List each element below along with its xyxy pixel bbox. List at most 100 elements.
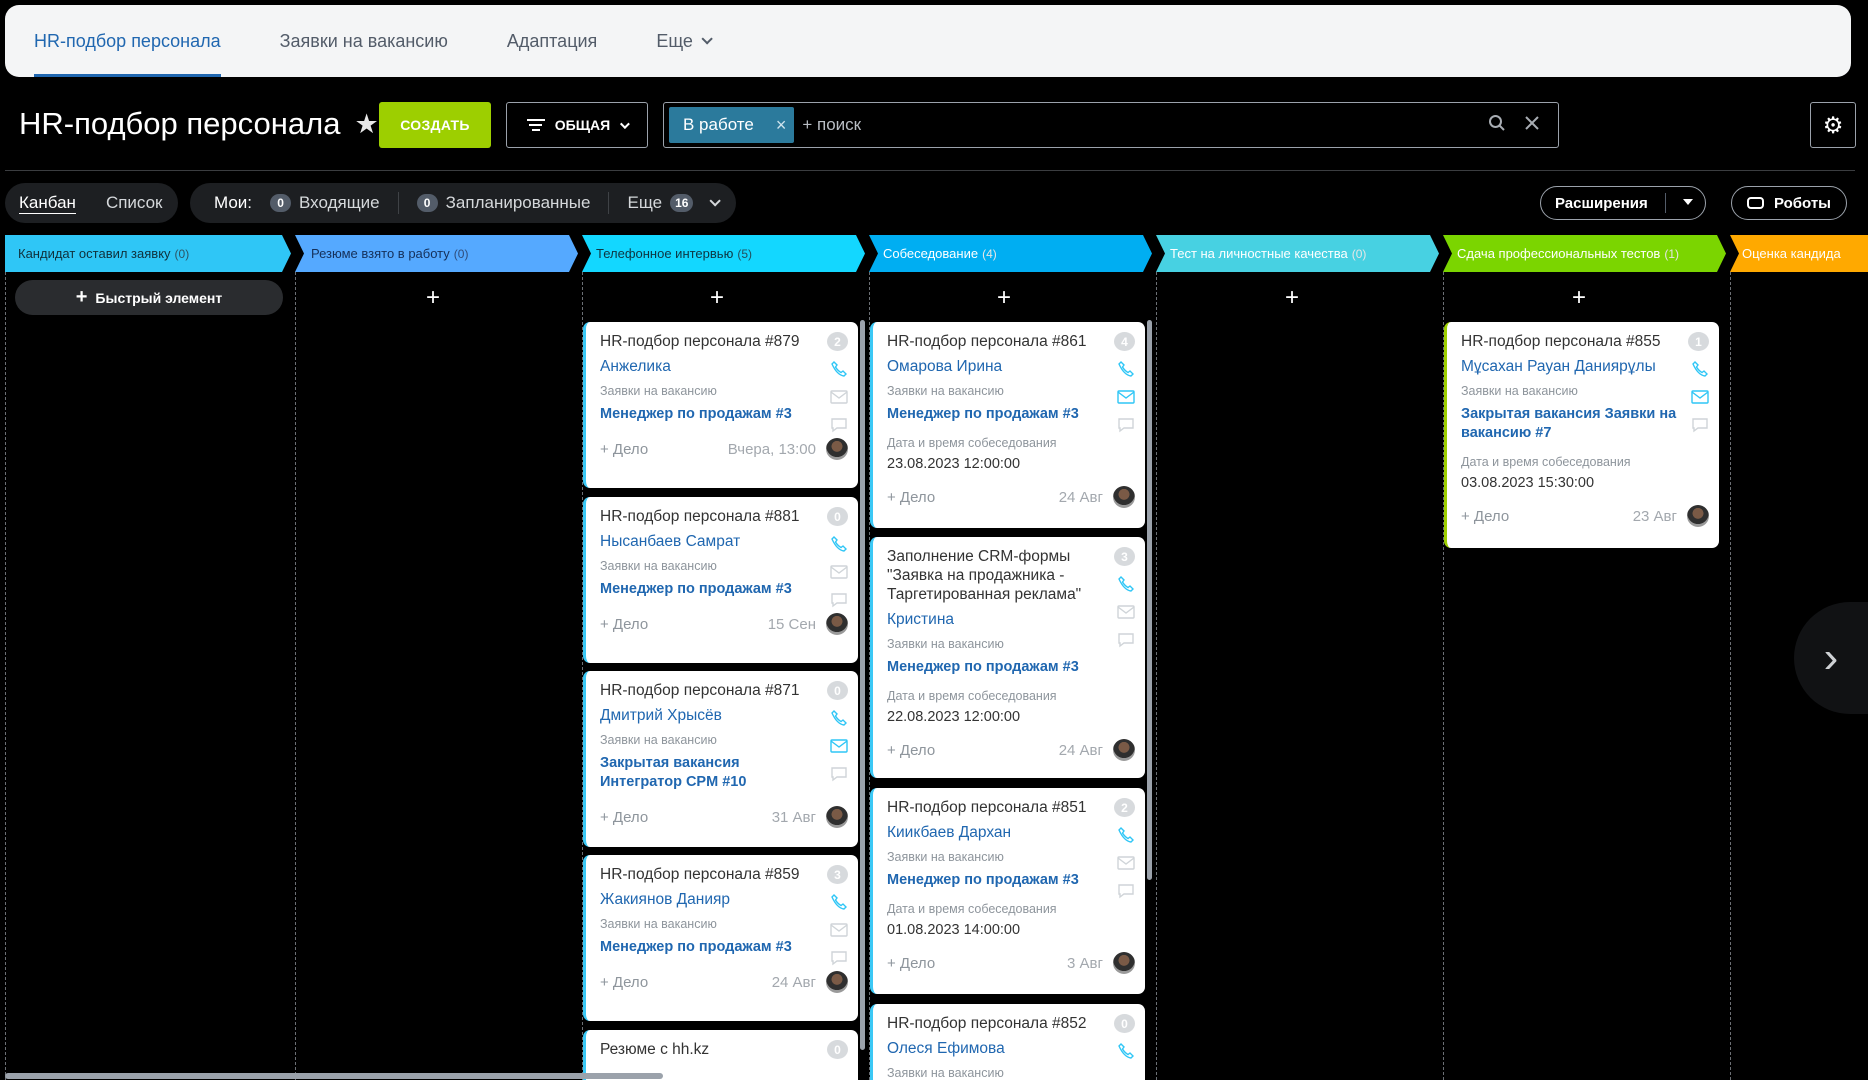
kanban-card[interactable]: HR-подбор персонала #859 Жакиянов Данияр… (583, 855, 858, 1021)
phone-icon[interactable] (830, 893, 848, 911)
avatar[interactable] (1113, 486, 1135, 508)
card-title[interactable]: HR-подбор персонала #881 (600, 507, 848, 526)
avatar[interactable] (826, 806, 848, 828)
mail-icon[interactable] (1691, 388, 1709, 406)
avatar[interactable] (826, 613, 848, 635)
search-field[interactable]: В работе × + поиск (663, 102, 1559, 148)
card-vacancy-link[interactable]: Менеджер по продажам #3 (600, 938, 848, 957)
tab-hr-recruitment[interactable]: HR-подбор персонала (34, 5, 221, 77)
settings-button[interactable]: ⚙ (1810, 102, 1856, 148)
add-activity-link[interactable]: + Дело (1461, 508, 1509, 525)
avatar[interactable] (1687, 505, 1709, 527)
card-title[interactable]: Заполнение CRM-формы "Заявка на продажни… (887, 547, 1135, 604)
add-activity-link[interactable]: + Дело (887, 742, 935, 759)
view-kanban[interactable]: Канбан (19, 193, 76, 214)
kanban-card[interactable]: HR-подбор персонала #855 Мұсахан Рауан Д… (1444, 322, 1719, 548)
phone-icon[interactable] (1117, 1042, 1135, 1060)
incoming-filter[interactable]: Входящие (299, 193, 380, 213)
add-item-plus-icon[interactable]: + (710, 284, 724, 312)
add-item-plus-icon[interactable]: + (997, 284, 1011, 312)
more-filter[interactable]: Еще (627, 193, 662, 213)
add-activity-link[interactable]: + Дело (887, 955, 935, 972)
chat-icon[interactable] (830, 765, 848, 783)
card-title[interactable]: HR-подбор персонала #851 (887, 798, 1135, 817)
card-vacancy-link[interactable]: Менеджер по продажам #3 (600, 405, 848, 424)
card-contact[interactable]: Дмитрий Хрысёв (600, 707, 848, 725)
phone-icon[interactable] (830, 360, 848, 378)
mail-icon[interactable] (830, 921, 848, 939)
add-activity-link[interactable]: + Дело (887, 489, 935, 506)
card-contact[interactable]: Жакиянов Данияр (600, 891, 848, 909)
card-title[interactable]: HR-подбор персонала #855 (1461, 332, 1709, 351)
kanban-card[interactable]: Заполнение CRM-формы "Заявка на продажни… (870, 537, 1145, 778)
phone-icon[interactable] (1117, 575, 1135, 593)
chat-icon[interactable] (830, 949, 848, 967)
card-contact[interactable]: Киикбаев Дархан (887, 824, 1135, 842)
add-activity-link[interactable]: + Дело (600, 809, 648, 826)
view-list[interactable]: Список (106, 193, 163, 213)
horizontal-scrollbar[interactable] (5, 1073, 663, 1079)
close-icon[interactable]: × (776, 115, 787, 136)
phone-icon[interactable] (830, 535, 848, 553)
robots-button[interactable]: Роботы (1731, 186, 1847, 220)
card-title[interactable]: HR-подбор персонала #852 (887, 1014, 1135, 1033)
card-vacancy-link[interactable]: Менеджер по продажам #3 (600, 580, 848, 599)
card-contact[interactable]: Кристина (887, 611, 1135, 629)
search-icon[interactable] (1488, 114, 1506, 138)
phone-icon[interactable] (1691, 360, 1709, 378)
chat-icon[interactable] (1117, 882, 1135, 900)
tab-vacancy-requests[interactable]: Заявки на вакансию (280, 5, 448, 77)
star-icon[interactable]: ★ (354, 109, 378, 140)
add-activity-link[interactable]: + Дело (600, 974, 648, 991)
add-activity-link[interactable]: + Дело (600, 616, 648, 633)
card-vacancy-link[interactable]: Закрытая вакансия Заявки на вакансию #7 (1461, 405, 1709, 443)
mail-icon[interactable] (1117, 388, 1135, 406)
chat-icon[interactable] (1117, 416, 1135, 434)
card-title[interactable]: HR-подбор персонала #879 (600, 332, 848, 351)
mail-icon[interactable] (830, 388, 848, 406)
column-scrollbar[interactable] (1147, 320, 1152, 880)
tab-adaptation[interactable]: Адаптация (507, 5, 597, 77)
mail-icon[interactable] (830, 563, 848, 581)
mail-icon[interactable] (830, 737, 848, 755)
card-title[interactable]: Резюме с hh.kz (600, 1040, 848, 1059)
card-contact[interactable]: Омарова Ирина (887, 358, 1135, 376)
kanban-card[interactable]: HR-подбор персонала #851 Киикбаев Дархан… (870, 788, 1145, 994)
avatar[interactable] (826, 438, 848, 460)
scroll-right-button[interactable]: › (1794, 602, 1868, 714)
avatar[interactable] (826, 971, 848, 993)
kanban-card[interactable]: HR-подбор персонала #861 Омарова Ирина З… (870, 322, 1145, 528)
kanban-card[interactable]: HR-подбор персонала #852 Олеся Ефимова З… (870, 1004, 1145, 1080)
chat-icon[interactable] (830, 591, 848, 609)
card-vacancy-link[interactable]: Закрытая вакансия Интегратор CPM #10 (600, 754, 848, 792)
phone-icon[interactable] (830, 709, 848, 727)
mail-icon[interactable] (1117, 854, 1135, 872)
kanban-card[interactable]: HR-подбор персонала #879 Анжелика Заявки… (583, 322, 858, 488)
mail-icon[interactable] (1117, 603, 1135, 621)
planned-filter[interactable]: Запланированные (446, 193, 591, 213)
phone-icon[interactable] (1117, 826, 1135, 844)
filter-chip[interactable]: В работе × (669, 107, 795, 143)
add-item-plus-icon[interactable]: + (1572, 284, 1586, 312)
create-button[interactable]: СОЗДАТЬ (379, 102, 491, 148)
chevron-down-icon[interactable] (709, 195, 722, 207)
tab-more[interactable]: Еще (656, 5, 713, 77)
card-contact[interactable]: Мұсахан Рауан Даниярұлы (1461, 358, 1709, 376)
caret-down-icon[interactable] (1683, 199, 1693, 205)
column-scrollbar[interactable] (860, 320, 865, 1050)
card-title[interactable]: HR-подбор персонала #859 (600, 865, 848, 884)
extensions-button[interactable]: Расширения (1540, 186, 1706, 220)
search-input[interactable]: + поиск (802, 115, 861, 135)
chat-icon[interactable] (830, 416, 848, 434)
add-item-plus-icon[interactable]: + (426, 284, 440, 312)
card-contact[interactable]: Олеся Ефимова (887, 1040, 1135, 1058)
add-activity-link[interactable]: + Дело (600, 441, 648, 458)
kanban-card[interactable]: HR-подбор персонала #871 Дмитрий Хрысёв … (583, 671, 858, 847)
chat-icon[interactable] (1691, 416, 1709, 434)
card-title[interactable]: HR-подбор персонала #861 (887, 332, 1135, 351)
kanban-card[interactable]: HR-подбор персонала #881 Нысанбаев Самра… (583, 497, 858, 663)
chat-icon[interactable] (1117, 631, 1135, 649)
quick-add-button[interactable]: + Быстрый элемент (15, 280, 283, 315)
avatar[interactable] (1113, 952, 1135, 974)
card-title[interactable]: HR-подбор персонала #871 (600, 681, 848, 700)
